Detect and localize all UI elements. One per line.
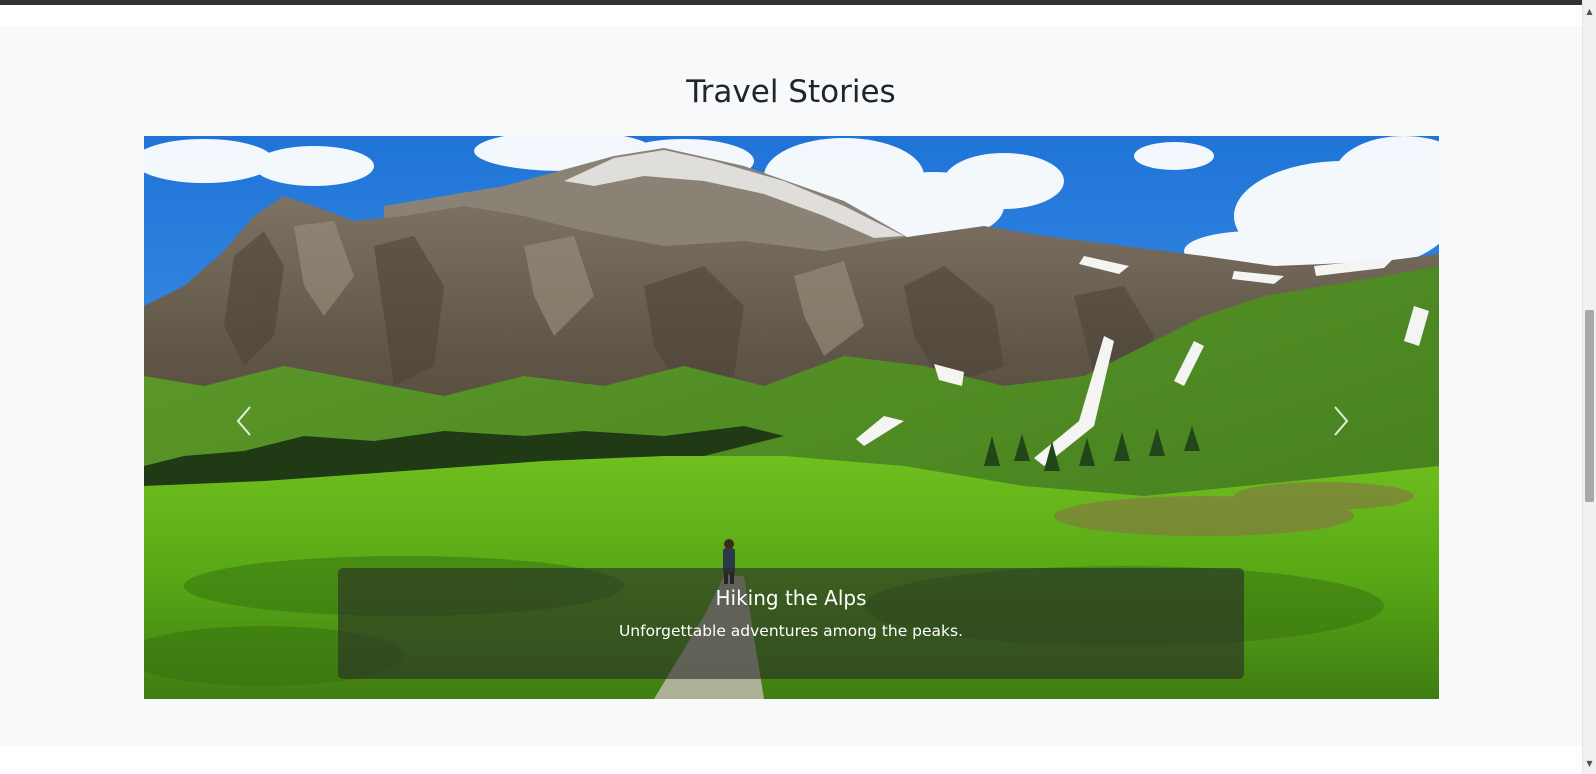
triangle-up-icon[interactable]: ▲ bbox=[1583, 4, 1596, 18]
chevron-left-icon bbox=[236, 406, 251, 436]
next-section bbox=[0, 748, 1582, 774]
caption-text: Unforgettable adventures among the peaks… bbox=[618, 622, 964, 640]
scrollbar-thumb[interactable] bbox=[1585, 310, 1594, 502]
chevron-right-icon bbox=[1334, 406, 1349, 436]
slide-caption: Hiking the Alps Unforgettable adventures… bbox=[338, 568, 1244, 679]
section-title: Travel Stories bbox=[686, 74, 896, 110]
carousel-prev-button[interactable] bbox=[209, 391, 279, 451]
carousel-next-button[interactable] bbox=[1306, 391, 1376, 451]
top-bar bbox=[0, 0, 1582, 5]
caption-title: Hiking the Alps bbox=[715, 586, 867, 610]
vertical-scrollbar[interactable]: ▲ ▼ bbox=[1582, 0, 1596, 774]
carousel[interactable]: Hiking the Alps Unforgettable adventures… bbox=[144, 136, 1439, 699]
triangle-down-icon[interactable]: ▼ bbox=[1583, 756, 1596, 770]
